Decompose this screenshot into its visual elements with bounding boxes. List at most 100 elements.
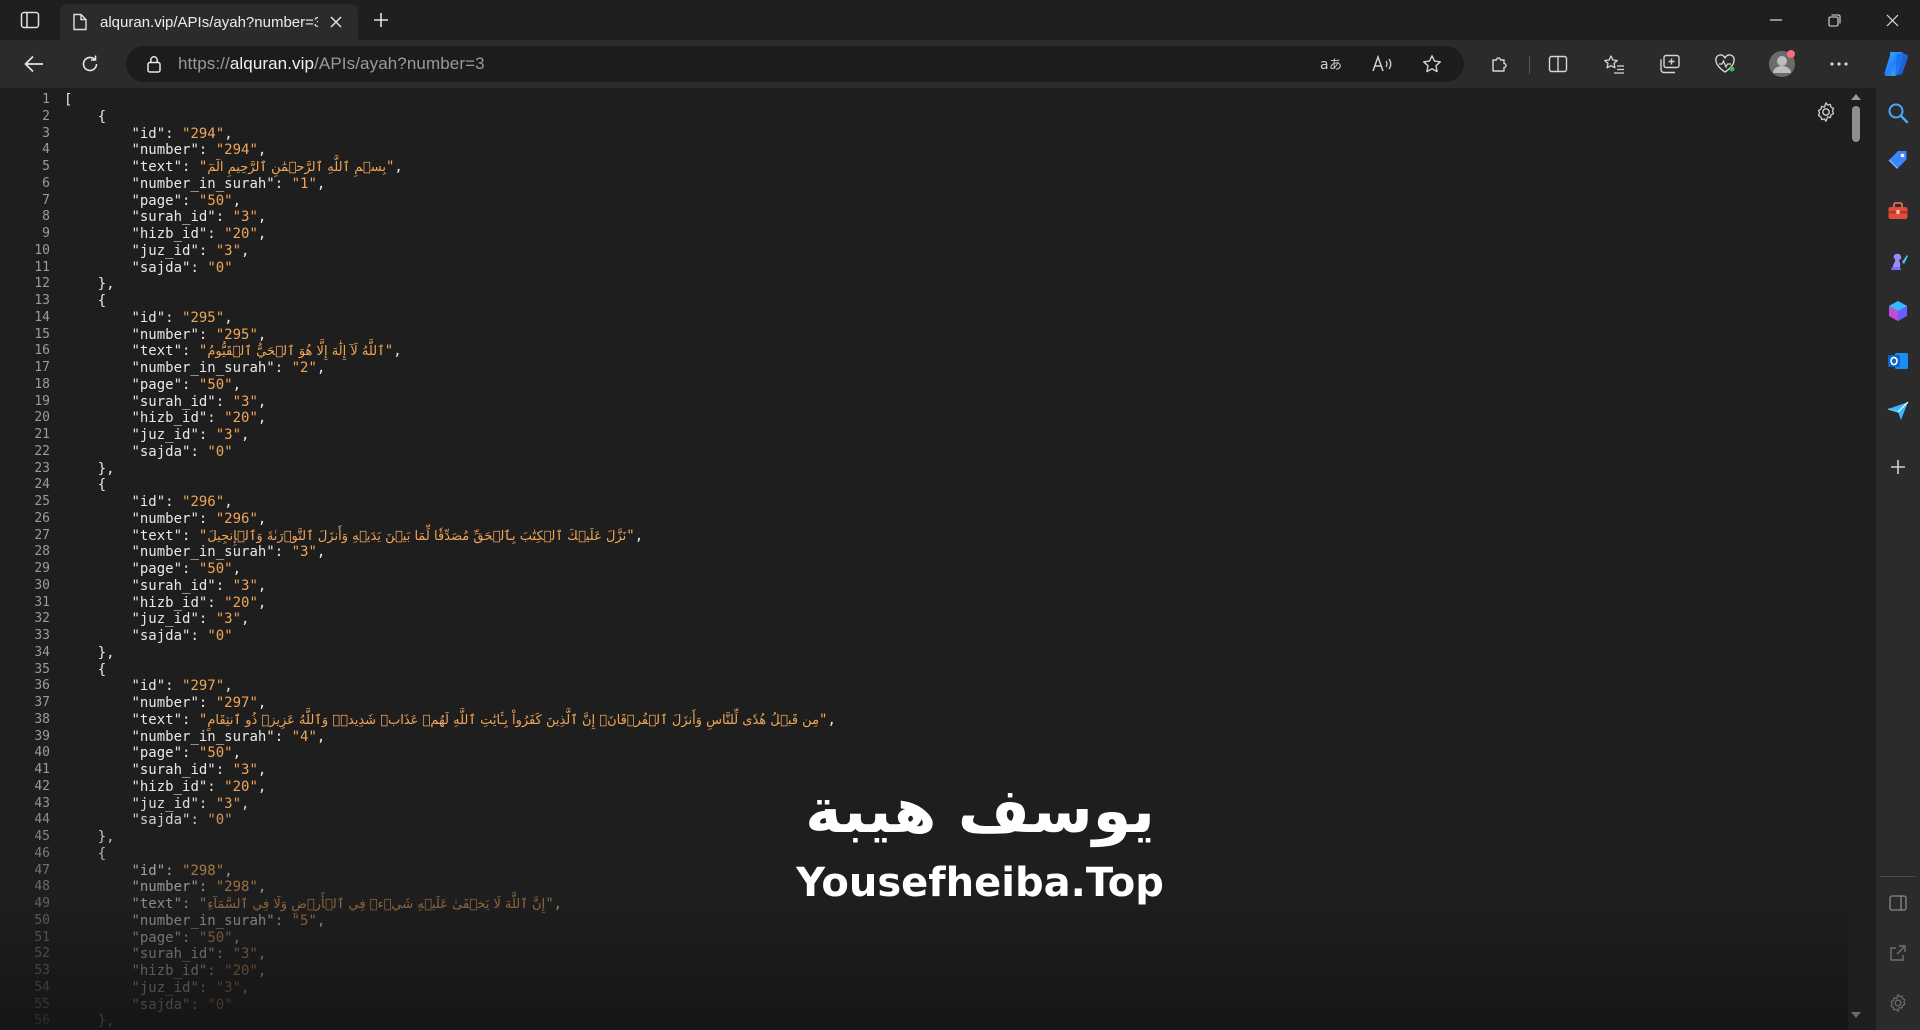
line-content: "page": "50", — [52, 745, 241, 762]
line-content: "page": "50", — [52, 930, 241, 947]
json-colon: : — [215, 946, 233, 963]
scroll-down-arrow[interactable] — [1850, 1010, 1862, 1020]
line-content: "hizb_id": "20", — [52, 410, 266, 427]
json-viewer[interactable]: 1[2 {3 "id": "294", 4 "number": "294", 5 "… — [0, 88, 1876, 1030]
json-comma: , — [257, 326, 267, 343]
outlook-icon — [1888, 353, 1908, 369]
json-key: "surah_id" — [131, 209, 216, 226]
line-content: "surah_id": "3", — [52, 578, 266, 595]
line-number: 48 — [34, 879, 50, 895]
plus-icon — [374, 13, 388, 27]
sidebar-add-button[interactable] — [1883, 452, 1913, 482]
extensions-button[interactable] — [1483, 48, 1517, 80]
line-content: "id": "298", — [52, 863, 232, 880]
json-colon: : — [190, 443, 208, 460]
line-number: 40 — [34, 745, 50, 761]
json-punctuation: { — [97, 845, 107, 862]
json-value: "50" — [198, 561, 233, 577]
hide-sidebar-button[interactable] — [1883, 888, 1913, 918]
json-comma: , — [316, 175, 326, 192]
json-comma: , — [257, 963, 267, 979]
scroll-up-arrow[interactable] — [1850, 92, 1862, 102]
json-value: "50" — [198, 745, 233, 762]
active-tab[interactable]: alquran.vip/APIs/ayah?number=3 — [60, 4, 358, 40]
json-colon: : — [182, 343, 199, 360]
lock-icon[interactable] — [144, 54, 164, 74]
line-content: "surah_id": "3", — [52, 394, 266, 411]
restore-button[interactable] — [1806, 0, 1862, 40]
favorites-list-icon — [1604, 55, 1624, 74]
read-aloud-button[interactable] — [1368, 50, 1396, 78]
json-value: "1" — [291, 175, 317, 192]
sidebar-games-button[interactable] — [1883, 246, 1913, 276]
line-content: "surah_id": "3", — [52, 762, 266, 779]
minimize-button[interactable] — [1748, 0, 1804, 40]
back-button[interactable] — [16, 48, 52, 80]
browser-essentials-button[interactable] — [1708, 48, 1742, 80]
url-text[interactable]: https://alquran.vip/APIs/ayah?number=3 — [178, 54, 485, 74]
json-colon: : — [207, 226, 225, 242]
json-key: "text" — [131, 527, 183, 544]
line-content: }, — [52, 276, 115, 293]
json-key: "sajda" — [131, 812, 191, 829]
tab-bar: alquran.vip/APIs/ayah?number=3 — [0, 0, 1920, 40]
json-value: "294" — [182, 125, 225, 142]
line-content: "id": "295", — [52, 310, 232, 327]
code-line: 47 "id": "298", — [0, 863, 1850, 880]
sidebar-search-button[interactable] — [1883, 98, 1913, 128]
favorites-button[interactable] — [1597, 48, 1631, 80]
search-icon — [1888, 103, 1909, 124]
close-tab-button[interactable] — [324, 10, 348, 34]
line-content: "juz_id": "3", — [52, 243, 249, 260]
open-external-button[interactable] — [1883, 938, 1913, 968]
close-window-button[interactable] — [1864, 0, 1920, 40]
line-content: "text": "ٱللَّهُ لَآ إِلَٰهَ إِلَّا هُوَ… — [52, 343, 401, 360]
line-number: 12 — [34, 276, 50, 292]
code-line: 46 { — [0, 846, 1850, 863]
sidebar-outlook-button[interactable] — [1883, 346, 1913, 376]
code-line: 24 { — [0, 477, 1850, 494]
code-line: 41 "surah_id": "3", — [0, 762, 1850, 779]
sidebar-shopping-button[interactable] — [1883, 146, 1913, 176]
sidebar-microsoft365-button[interactable] — [1883, 296, 1913, 326]
split-screen-button[interactable] — [1541, 48, 1575, 80]
viewer-settings-button[interactable] — [1812, 98, 1840, 126]
new-tab-button[interactable] — [366, 6, 396, 34]
profile-button[interactable] — [1765, 48, 1799, 80]
address-bar[interactable]: https://alquran.vip/APIs/ayah?number=3 a… — [126, 46, 1464, 82]
refresh-button[interactable] — [72, 48, 108, 80]
copilot-button[interactable] — [1880, 46, 1914, 82]
translate-button[interactable]: aあ — [1318, 50, 1346, 78]
json-colon: : — [182, 896, 199, 912]
line-number: 28 — [34, 544, 50, 560]
code-line: 28 "number_in_surah": "3", — [0, 544, 1850, 561]
code-line: 7 "page": "50", — [0, 193, 1850, 210]
microsoft365-icon — [1889, 301, 1907, 321]
code-line: 52 "surah_id": "3", — [0, 946, 1850, 963]
json-value: "4" — [291, 728, 317, 745]
settings-and-more-button[interactable] — [1822, 48, 1856, 80]
favorite-star-button[interactable] — [1418, 50, 1446, 78]
tab-actions-button[interactable] — [12, 6, 48, 34]
gear-icon — [1890, 994, 1906, 1012]
line-number: 10 — [34, 242, 50, 258]
minimize-icon — [1770, 19, 1782, 21]
line-content: "hizb_id": "20", — [52, 779, 266, 796]
json-colon: : — [190, 812, 208, 829]
scrollbar-thumb[interactable] — [1852, 106, 1860, 142]
sidebar-settings-button[interactable] — [1883, 988, 1913, 1018]
json-colon: : — [182, 376, 199, 393]
vertical-scrollbar[interactable] — [1848, 88, 1864, 1030]
line-content: "number_in_surah": "1", — [52, 176, 325, 193]
code-line: 13 { — [0, 293, 1850, 310]
arabic-ayah-text: بِسۡمِ ٱللَّهِ ٱلرَّحۡمَٰنِ ٱلرَّحِيمِ ا… — [207, 160, 386, 175]
json-code-area[interactable]: 1[2 {3 "id": "294", 4 "number": "294", 5 "… — [0, 92, 1850, 1030]
paper-plane-icon — [1887, 401, 1909, 420]
line-number: 32 — [34, 611, 50, 627]
sidebar-drop-button[interactable] — [1883, 396, 1913, 426]
collections-button[interactable] — [1653, 48, 1687, 80]
svg-text:a: a — [1320, 57, 1329, 73]
sidebar-tools-button[interactable] — [1883, 196, 1913, 226]
json-colon: : — [182, 192, 199, 209]
code-line: 51 "page": "50", — [0, 930, 1850, 947]
